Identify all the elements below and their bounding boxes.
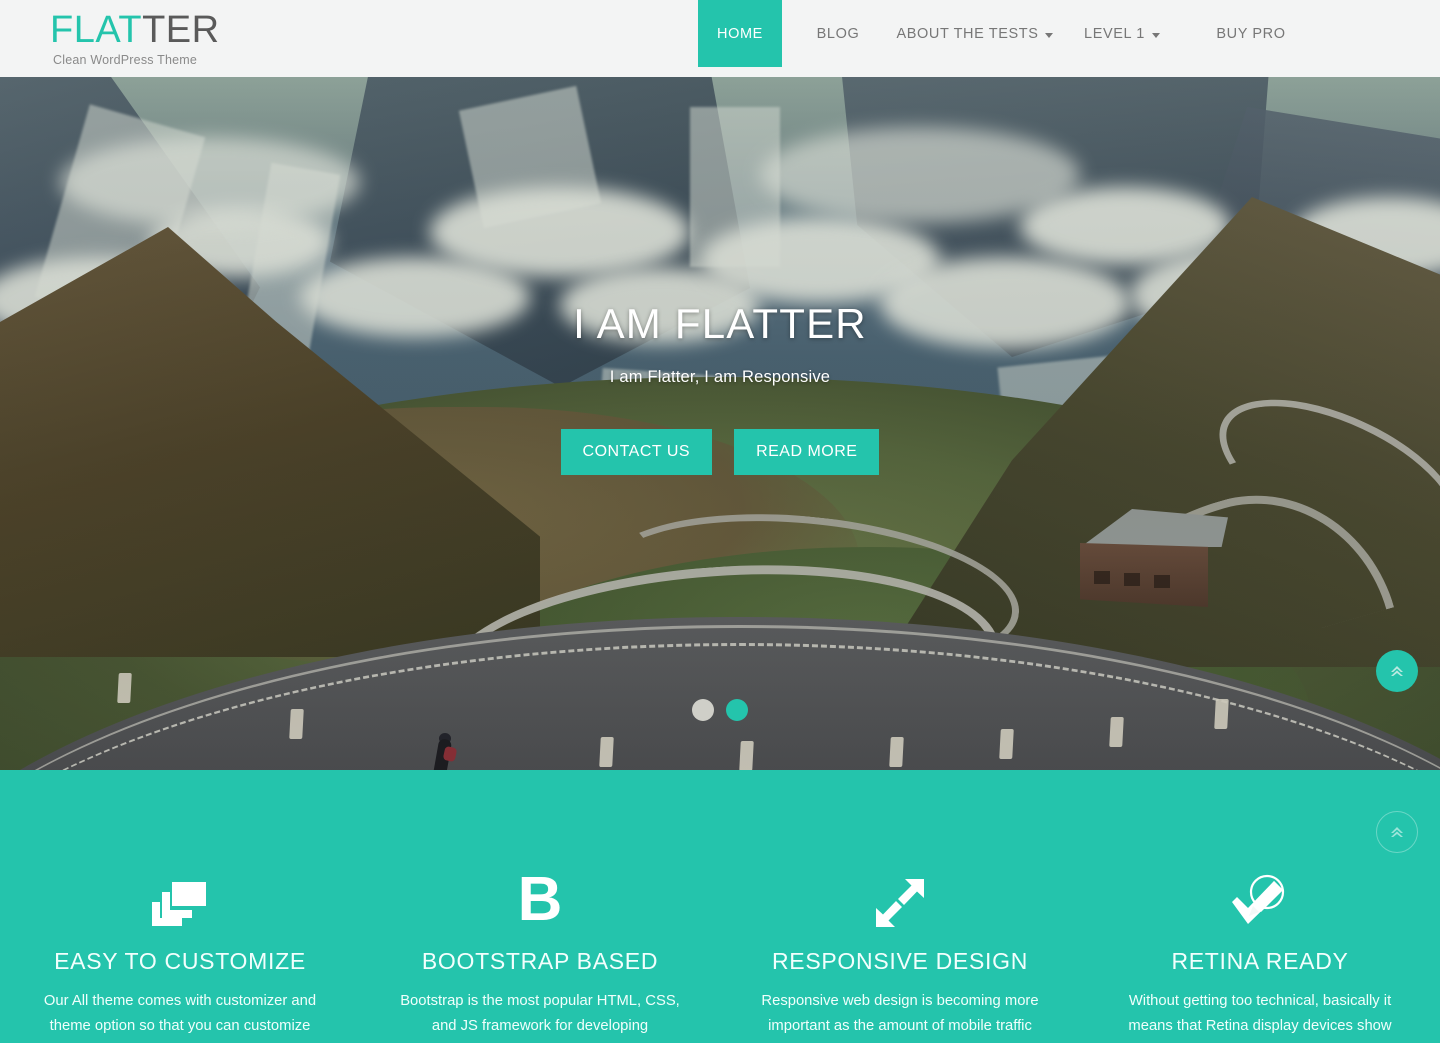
nav-item-about-label: ABOUT THE TESTS	[896, 25, 1039, 42]
carousel-dot-2[interactable]	[726, 699, 748, 721]
nav-item-blog-label: BLOG	[816, 25, 860, 42]
brand-tagline: Clean WordPress Theme	[53, 53, 198, 67]
expand-arrows-glyph	[876, 879, 924, 927]
feature-title: BOOTSTRAP BASED	[421, 948, 659, 974]
hero-carousel: I AM FLATTER I am Flatter, I am Responsi…	[0, 77, 1440, 770]
nav-item-buy-pro[interactable]: BUY PRO	[1188, 0, 1314, 67]
brand-title-accent: FLAT	[50, 9, 143, 51]
feature-text: Without getting too technical, basically…	[1128, 993, 1392, 1034]
feature-text: Bootstrap is the most popular HTML, CSS,…	[400, 993, 680, 1034]
chevron-up-icon	[1391, 666, 1403, 676]
feature-card-bootstrap-based: B BOOTSTRAP BASED Bootstrap is the most …	[360, 770, 720, 1043]
hero-button-group: CONTACT US READ MORE	[0, 429, 1440, 475]
feature-text: Responsive web design is becoming more i…	[761, 993, 1039, 1034]
contact-us-button[interactable]: CONTACT US	[560, 429, 713, 475]
read-more-button[interactable]: READ MORE	[734, 429, 880, 475]
feature-card-easy-to-customize: EASY TO CUSTOMIZE Our All theme comes wi…	[0, 770, 360, 1043]
feature-title: RETINA READY	[1171, 948, 1349, 974]
main-navigation: HOME BLOG ABOUT THE TESTS LEVEL 1 BUY PR…	[698, 0, 1314, 67]
features-section: EASY TO CUSTOMIZE Our All theme comes wi…	[0, 770, 1440, 1043]
carousel-dot-1[interactable]	[692, 699, 714, 721]
feature-title: EASY TO CUSTOMIZE	[54, 948, 306, 974]
check-marker-glyph	[1232, 874, 1285, 924]
expand-arrows-icon	[748, 870, 1052, 928]
chevron-down-icon	[1045, 33, 1054, 38]
scroll-to-top-button-secondary[interactable]	[1376, 811, 1418, 853]
nav-item-blog[interactable]: BLOG	[782, 0, 894, 67]
chevron-down-icon	[1151, 33, 1160, 38]
nav-item-home-label: HOME	[717, 25, 763, 42]
site-brand[interactable]: FLATTER Clean WordPress Theme	[50, 8, 220, 67]
bootstrap-b-icon: B	[388, 865, 692, 934]
nav-item-home[interactable]: HOME	[698, 0, 782, 67]
nav-item-level-1[interactable]: LEVEL 1	[1056, 0, 1188, 67]
clone-icon-glyph	[152, 882, 206, 926]
hero-subtitle: I am Flatter, I am Responsive	[609, 368, 831, 386]
brand-title-rest: TER	[142, 9, 220, 51]
feature-title: RESPONSIVE DESIGN	[771, 948, 1029, 974]
brand-title: FLATTER	[50, 8, 220, 52]
feature-card-responsive-design: RESPONSIVE DESIGN Responsive web design …	[720, 770, 1080, 1043]
feature-text: Our All theme comes with customizer and …	[43, 993, 317, 1034]
page-root: FLATTER Clean WordPress Theme HOME BLOG …	[0, 0, 1440, 1043]
nav-item-level-label: LEVEL 1	[1084, 25, 1145, 42]
bootstrap-b-glyph: B	[517, 865, 563, 934]
check-marker-icon	[1108, 870, 1412, 928]
hero-content: I AM FLATTER I am Flatter, I am Responsi…	[0, 299, 1440, 475]
nav-item-about-the-tests[interactable]: ABOUT THE TESTS	[894, 0, 1056, 67]
clone-icon	[28, 870, 332, 928]
hero-title: I AM FLATTER	[573, 300, 867, 347]
feature-card-retina-ready: RETINA READY Without getting too technic…	[1080, 770, 1440, 1043]
scroll-to-top-button[interactable]	[1376, 650, 1418, 692]
chevron-up-icon	[1391, 827, 1403, 837]
nav-item-pro-label: BUY PRO	[1216, 25, 1286, 42]
carousel-indicators	[0, 699, 1440, 721]
site-header: FLATTER Clean WordPress Theme HOME BLOG …	[0, 0, 1440, 77]
